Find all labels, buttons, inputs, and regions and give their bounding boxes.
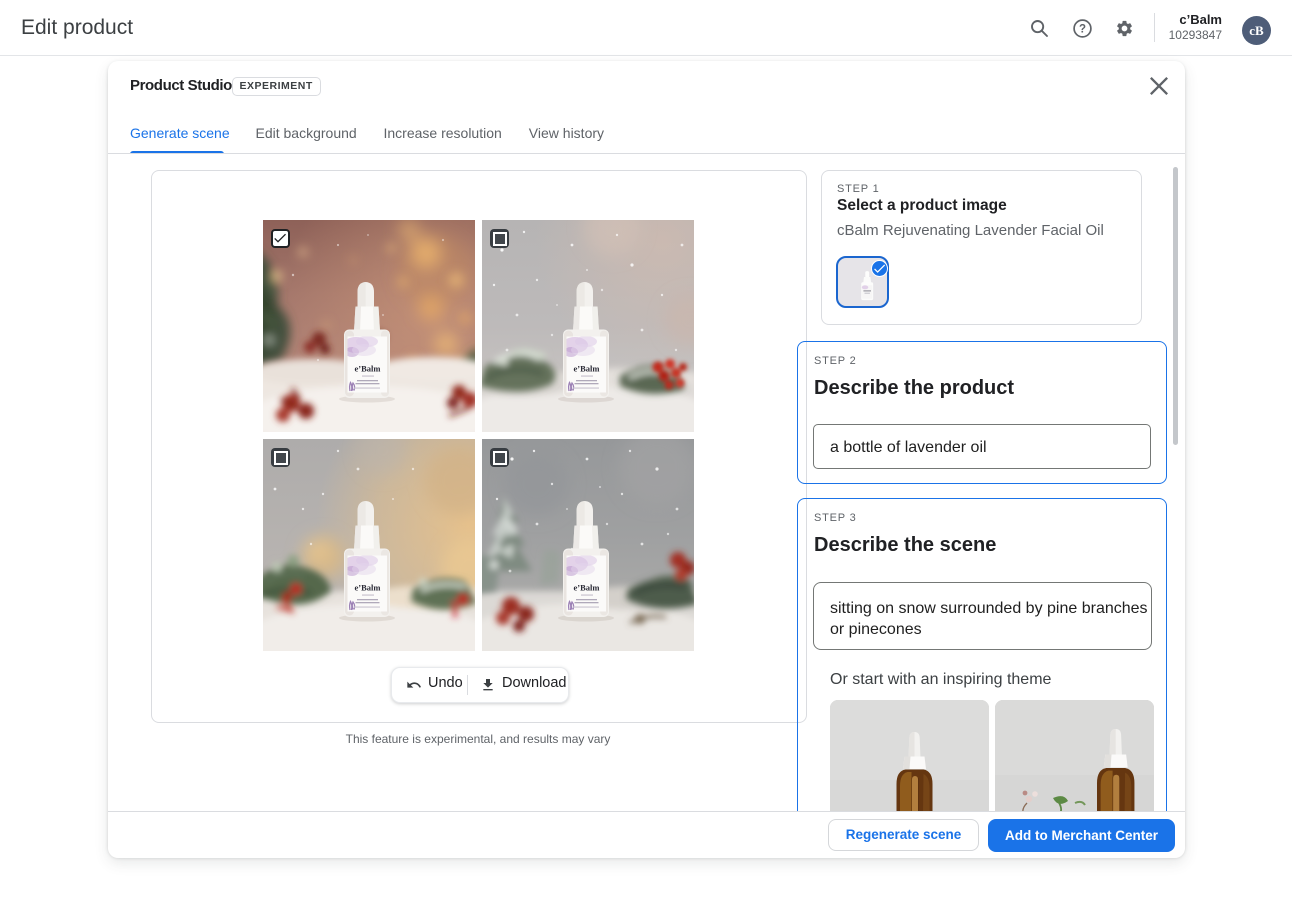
svg-text:?: ? xyxy=(1079,24,1086,36)
